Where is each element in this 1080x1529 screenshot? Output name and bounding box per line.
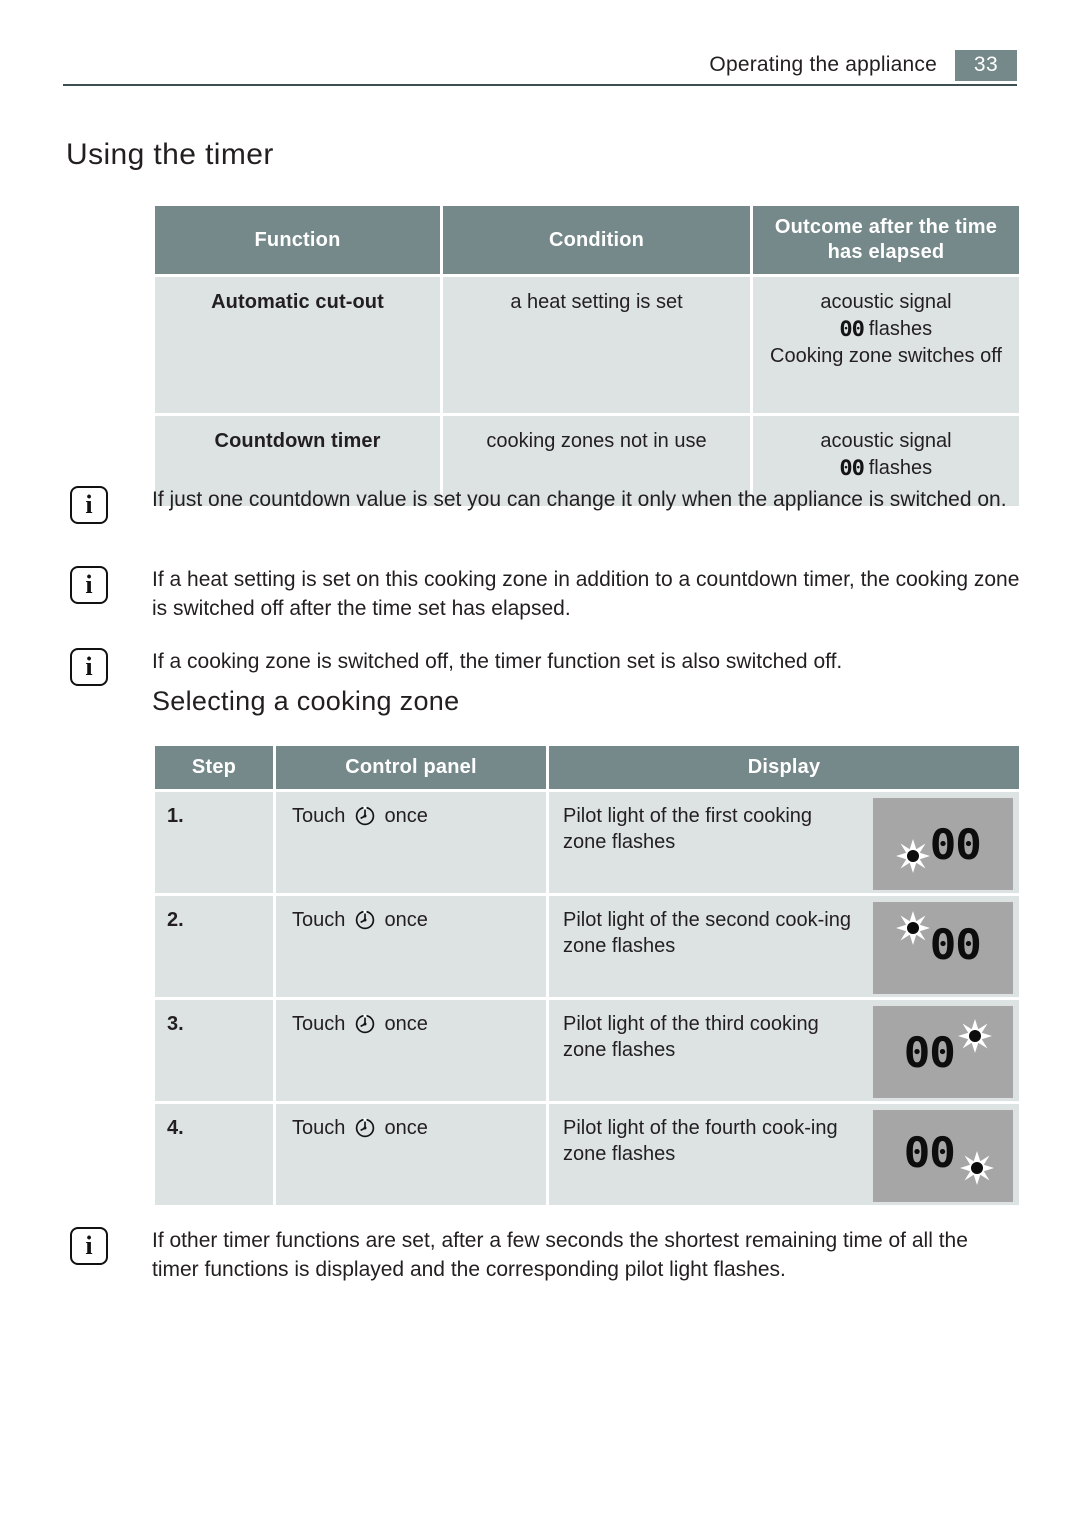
page-title: Using the timer (66, 138, 274, 171)
touch-label: Touch (292, 909, 346, 931)
info-note-text: If just one countdown value is set you c… (152, 488, 1007, 511)
column-header-display: Display (549, 746, 1019, 789)
table-row: 3. Touch once Pilot light of the third c… (155, 1000, 1019, 1101)
column-header-step: Step (155, 746, 273, 789)
outcome-line-flashes: flashes (868, 318, 933, 341)
info-icon: i (70, 566, 108, 604)
info-note: i If other timer functions are set, afte… (70, 1227, 1020, 1284)
cell-display: Pilot light of the third cooking zone fl… (549, 1000, 1019, 1101)
lcd-display-graphic: 00 (873, 1110, 1013, 1202)
once-label: once (384, 909, 428, 931)
timer-functions-table: Function Condition Outcome after the tim… (152, 203, 1022, 509)
display-description: Pilot light of the third cooking zone fl… (563, 1013, 819, 1062)
flashing-pilot-light-icon (957, 1018, 993, 1054)
info-icon: i (70, 486, 108, 524)
cell-step-number: 1. (155, 792, 273, 893)
running-head-title: Operating the appliance (709, 53, 937, 76)
selecting-cooking-zone-table: Step Control panel Display 1. Touch once… (152, 743, 1022, 1208)
column-header-condition: Condition (443, 206, 750, 274)
page-number: 33 (955, 49, 1017, 81)
timer-clock-icon (354, 909, 376, 938)
cell-outcome: acoustic signal 00 flashes Cooking zone … (753, 277, 1019, 413)
flashing-pilot-light-icon (959, 1150, 995, 1186)
cell-display: Pilot light of the first cooking zone fl… (549, 792, 1019, 893)
info-note: i If a cooking zone is switched off, the… (70, 648, 1020, 686)
table-row: 4. Touch once Pilot light of the fourth … (155, 1104, 1019, 1205)
cell-control-panel: Touch once (276, 896, 546, 997)
info-note: i If just one countdown value is set you… (70, 486, 1020, 524)
table-header-row: Function Condition Outcome after the tim… (155, 206, 1019, 274)
display-description: Pilot light of the first cooking zone fl… (563, 805, 813, 854)
cell-function: Automatic cut-out (155, 277, 440, 413)
table-row: 1. Touch once Pilot light of the first c… (155, 792, 1019, 893)
info-note: i If a heat setting is set on this cooki… (70, 566, 1020, 623)
info-icon: i (70, 648, 108, 686)
table-row: Automatic cut-out a heat setting is set … (155, 277, 1019, 413)
lcd-digits: 00 (903, 1028, 956, 1077)
header-rule (63, 84, 1017, 86)
column-header-control-panel: Control panel (276, 746, 546, 789)
cell-condition: a heat setting is set (443, 277, 750, 413)
info-note-text: If a cooking zone is switched off, the t… (152, 650, 843, 673)
seven-segment-display-icon: 00 (839, 456, 865, 481)
outcome-line-acoustic: acoustic signal (820, 291, 952, 313)
cell-display: Pilot light of the fourth cook-ing zone … (549, 1104, 1019, 1205)
once-label: once (384, 1117, 428, 1139)
info-note-text: If other timer functions are set, after … (152, 1229, 968, 1281)
lcd-digits: 00 (929, 920, 982, 969)
column-header-outcome: Outcome after the time has elapsed (753, 206, 1019, 274)
cell-step-number: 2. (155, 896, 273, 997)
once-label: once (384, 1013, 428, 1035)
seven-segment-display-icon: 00 (839, 317, 865, 342)
info-icon: i (70, 1227, 108, 1265)
touch-label: Touch (292, 805, 346, 827)
cell-step-number: 4. (155, 1104, 273, 1205)
table-header-row: Step Control panel Display (155, 746, 1019, 789)
flashing-pilot-light-icon (895, 838, 931, 874)
cell-control-panel: Touch once (276, 1104, 546, 1205)
flashing-pilot-light-icon (895, 910, 931, 946)
timer-clock-icon (354, 1117, 376, 1146)
section-title: Selecting a cooking zone (152, 686, 460, 716)
cell-control-panel: Touch once (276, 1000, 546, 1101)
display-description: Pilot light of the second cook-ing zone … (563, 909, 851, 958)
lcd-display-graphic: 00 (873, 902, 1013, 994)
touch-label: Touch (292, 1117, 346, 1139)
timer-clock-icon (354, 805, 376, 834)
lcd-display-graphic: 00 (873, 1006, 1013, 1098)
once-label: once (384, 805, 428, 827)
timer-clock-icon (354, 1013, 376, 1042)
outcome-line-switches-off: Cooking zone switches off (770, 345, 1002, 368)
column-header-function: Function (155, 206, 440, 274)
cell-step-number: 3. (155, 1000, 273, 1101)
display-description: Pilot light of the fourth cook-ing zone … (563, 1117, 838, 1166)
cell-control-panel: Touch once (276, 792, 546, 893)
outcome-line-flashes: flashes (868, 457, 933, 480)
lcd-digits: 00 (903, 1128, 956, 1177)
document-page: Operating the appliance 33 Using the tim… (0, 0, 1080, 1529)
outcome-line-acoustic: acoustic signal (820, 430, 952, 452)
running-head: Operating the appliance 33 (63, 46, 1017, 84)
lcd-display-graphic: 00 (873, 798, 1013, 890)
info-note-text: If a heat setting is set on this cooking… (152, 568, 1020, 620)
table-row: 2. Touch once Pilot light of the second … (155, 896, 1019, 997)
touch-label: Touch (292, 1013, 346, 1035)
lcd-digits: 00 (929, 820, 982, 869)
cell-display: Pilot light of the second cook-ing zone … (549, 896, 1019, 997)
